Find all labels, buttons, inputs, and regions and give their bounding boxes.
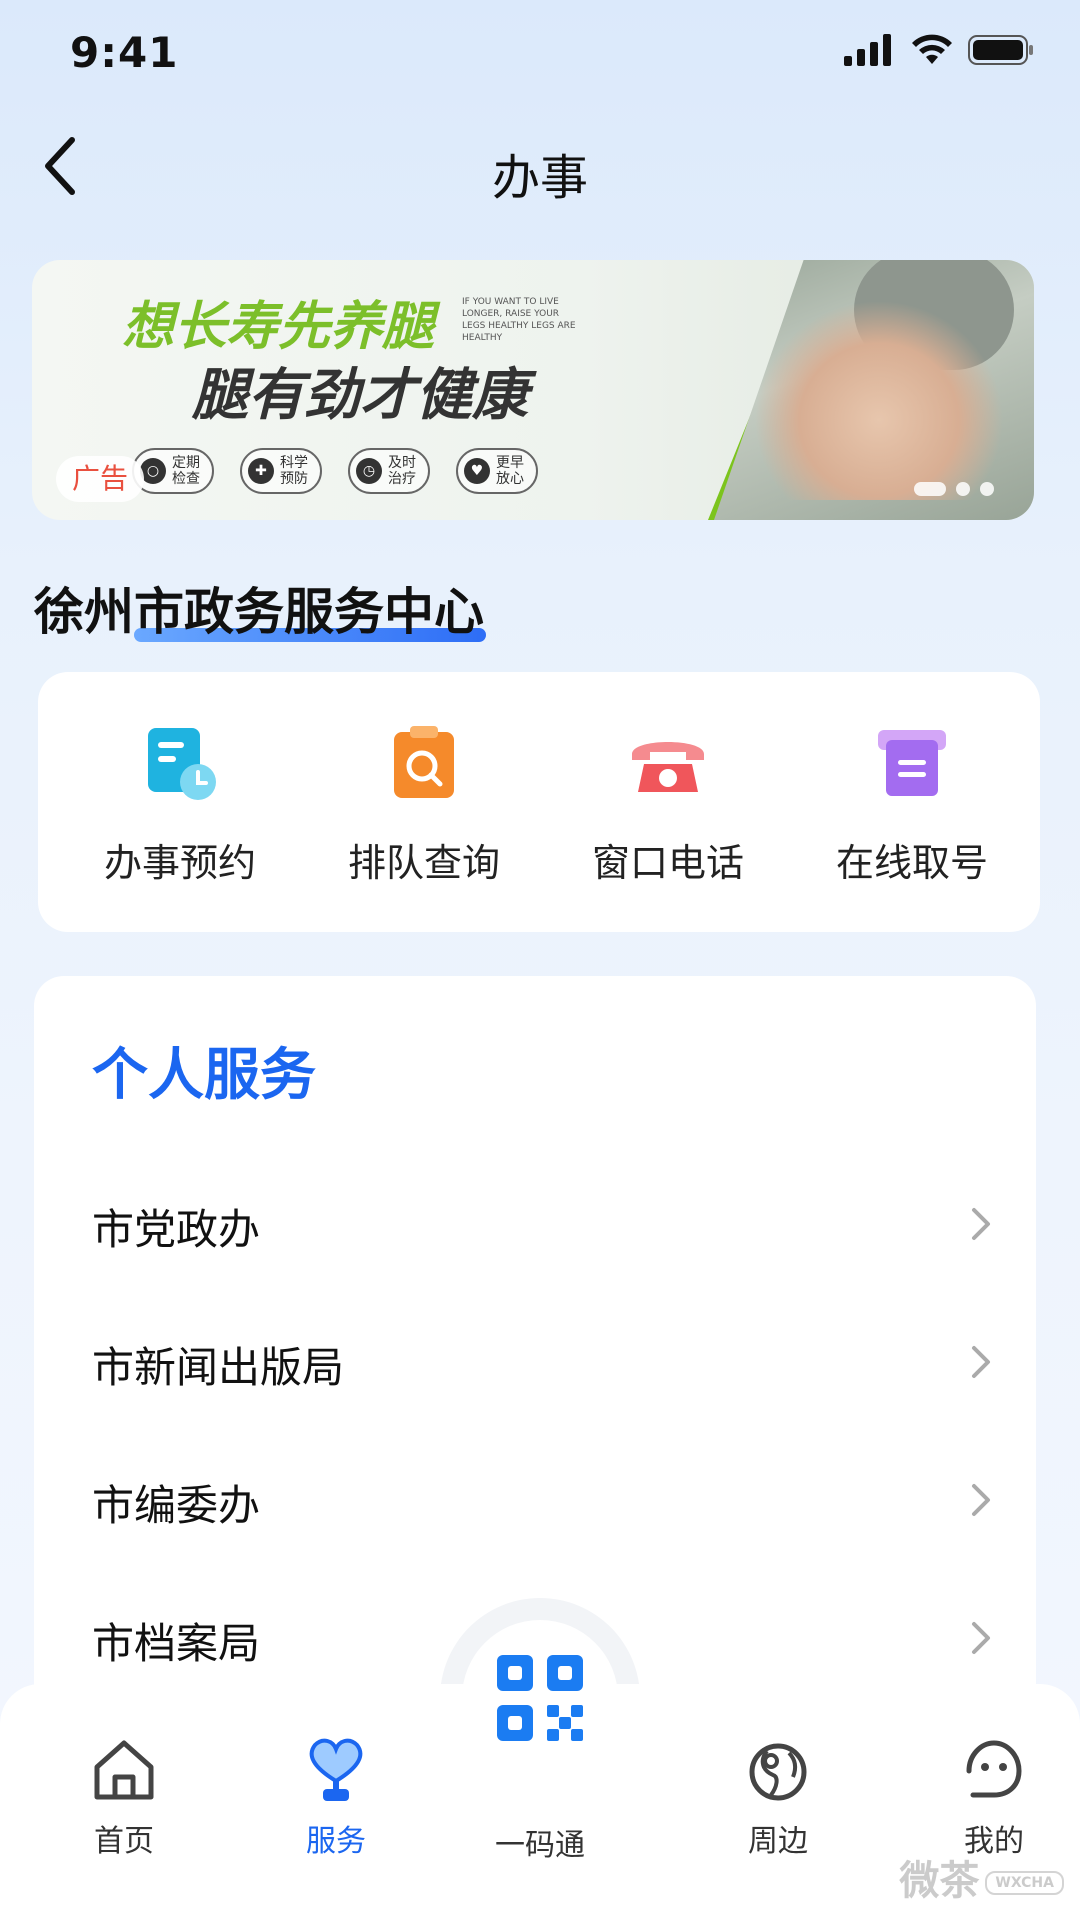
list-item-label: 市新闻出版局 — [92, 1343, 345, 1392]
qr-code-icon — [497, 1655, 583, 1741]
cellular-signal-icon — [844, 34, 891, 66]
globe-pin-icon — [738, 1730, 818, 1810]
heart-hand-icon — [296, 1730, 376, 1810]
list-item[interactable]: 市编委办 — [92, 1460, 992, 1540]
list-item-label: 市编委办 — [92, 1481, 261, 1530]
banner-photo — [714, 260, 1034, 520]
banner-english-text: IF YOU WANT TO LIVE LONGER, RAISE YOUR L… — [462, 297, 576, 343]
page-title: 办事 — [491, 150, 588, 206]
carousel-dot[interactable] — [914, 482, 946, 496]
calendar-clock-icon — [140, 724, 220, 804]
tab-service[interactable]: 服务 — [256, 1730, 416, 1860]
chevron-right-icon — [972, 1346, 990, 1378]
clipboard-search-icon — [384, 724, 464, 804]
personal-services-title: 个人服务 — [92, 1043, 316, 1108]
status-time: 9:41 — [70, 28, 179, 77]
pill-icon: ♥ — [464, 458, 490, 484]
ad-badge: 广告 — [56, 456, 145, 502]
list-item[interactable]: 市新闻出版局 — [92, 1322, 992, 1402]
chevron-right-icon — [972, 1208, 990, 1240]
banner-pill: ◷ 及时治疗 — [348, 448, 430, 494]
tab-home[interactable]: 首页 — [44, 1730, 204, 1860]
tab-label: 首页 — [94, 1824, 154, 1859]
user-face-icon — [954, 1730, 1034, 1810]
ad-banner[interactable]: 想长寿先养腿 腿有劲才健康 IF YOU WANT TO LIVE LONGER… — [32, 260, 1034, 520]
quick-action-label: 在线取号 — [835, 841, 988, 885]
carousel-dots — [914, 482, 994, 496]
home-icon — [84, 1730, 164, 1810]
status-bar: 9:41 — [0, 0, 1080, 110]
quick-action-label: 窗口电话 — [591, 841, 744, 885]
list-item-label: 市党政办 — [92, 1205, 261, 1254]
watermark: 微茶 WXCHA — [899, 1848, 1064, 1906]
wifi-icon — [912, 34, 952, 64]
tab-label: 周边 — [748, 1824, 808, 1859]
tab-nearby[interactable]: 周边 — [698, 1730, 858, 1860]
tab-mine[interactable]: 我的 — [914, 1730, 1074, 1860]
carousel-dot[interactable] — [980, 482, 994, 496]
quick-action-online-ticket[interactable]: 在线取号 — [812, 724, 1012, 887]
qr-code-button[interactable] — [462, 1620, 618, 1776]
banner-pill: ✚ 科学预防 — [240, 448, 322, 494]
carousel-dot[interactable] — [956, 482, 970, 496]
banner-headline-2: 腿有劲才健康 — [192, 363, 528, 428]
quick-action-queue[interactable]: 排队查询 — [324, 724, 524, 887]
quick-action-appointment[interactable]: 办事预约 — [80, 724, 280, 887]
banner-headline-1: 想长寿先养腿 — [122, 297, 435, 357]
pill-icon: ◷ — [356, 458, 382, 484]
quick-actions-card: 办事预约 排队查询 窗口电话 在线取号 — [38, 672, 1040, 932]
telephone-icon — [628, 724, 708, 804]
pill-icon: ✚ — [248, 458, 274, 484]
tab-label: 服务 — [306, 1824, 366, 1859]
list-item-label: 市档案局 — [92, 1619, 261, 1668]
quick-action-label: 排队查询 — [347, 841, 500, 885]
quick-action-label: 办事预约 — [103, 841, 256, 885]
status-icons — [844, 34, 1034, 66]
banner-pills: ○ 定期检查 ✚ 科学预防 ◷ 及时治疗 ♥ 更早放心 — [132, 448, 538, 494]
ticket-dispenser-icon — [872, 724, 952, 804]
nav-bar: 办事 — [0, 120, 1080, 210]
quick-action-window-phone[interactable]: 窗口电话 — [568, 724, 768, 887]
chevron-right-icon — [972, 1622, 990, 1654]
tab-qr-label[interactable]: 一码通 — [460, 1820, 620, 1864]
center-heading: 徐州市政务服务中心 — [34, 583, 486, 642]
banner-pill: ○ 定期检查 — [132, 448, 214, 494]
chevron-right-icon — [972, 1484, 990, 1516]
banner-pill: ♥ 更早放心 — [456, 448, 538, 494]
list-item[interactable]: 市党政办 — [92, 1184, 992, 1264]
battery-icon — [968, 35, 1033, 65]
